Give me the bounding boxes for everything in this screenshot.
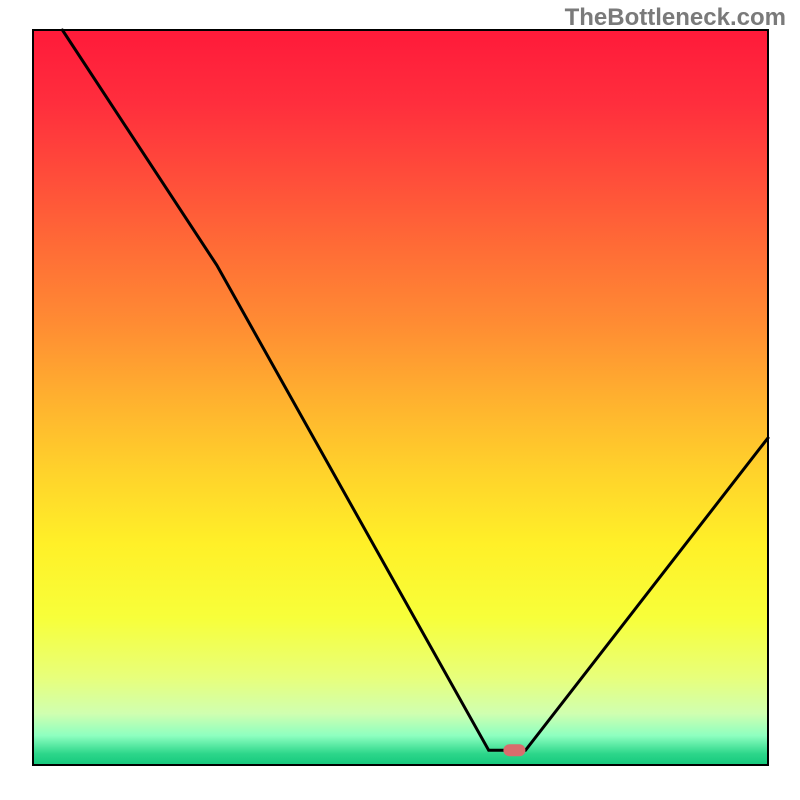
chart-background <box>33 30 768 765</box>
bottleneck-chart <box>0 0 800 800</box>
chart-frame: TheBottleneck.com <box>0 0 800 800</box>
watermark-text: TheBottleneck.com <box>565 4 786 32</box>
optimal-point-marker <box>503 744 525 756</box>
